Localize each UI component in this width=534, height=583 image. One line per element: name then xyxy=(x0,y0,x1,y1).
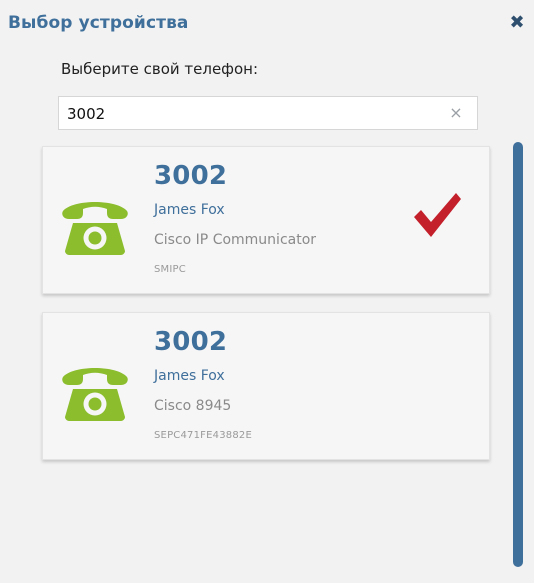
phone-icon xyxy=(62,202,128,255)
panel-title: Выбор устройства xyxy=(8,13,189,33)
search-input[interactable] xyxy=(67,103,427,125)
panel-header: Выбор устройства ✖ xyxy=(0,0,534,56)
clear-icon[interactable]: × xyxy=(447,104,465,122)
close-icon[interactable]: ✖ xyxy=(508,14,526,32)
results-list: 3002 James Fox Cisco IP Communicator SMI… xyxy=(42,146,497,566)
result-card[interactable]: 3002 James Fox Cisco 8945 SEPC471FE43882… xyxy=(42,312,490,460)
device-model: Cisco IP Communicator xyxy=(154,232,317,248)
result-card[interactable]: 3002 James Fox Cisco IP Communicator SMI… xyxy=(42,146,490,294)
directory-number: 3002 xyxy=(154,327,228,357)
selected-check-icon xyxy=(414,193,461,237)
directory-number: 3002 xyxy=(154,161,228,191)
user-name: James Fox xyxy=(154,368,225,384)
device-model: Cisco 8945 xyxy=(154,398,232,414)
vertical-scrollbar[interactable] xyxy=(513,142,523,567)
search-prompt: Выберите свой телефон: xyxy=(61,60,259,78)
device-selection-panel: Выбор устройства ✖ Выберите свой телефон… xyxy=(0,0,534,583)
phone-icon xyxy=(62,368,128,421)
device-name: SMIPC xyxy=(154,264,186,275)
search-field[interactable]: × xyxy=(58,96,478,130)
user-name: James Fox xyxy=(154,202,225,218)
device-name: SEPC471FE43882E xyxy=(154,430,252,441)
